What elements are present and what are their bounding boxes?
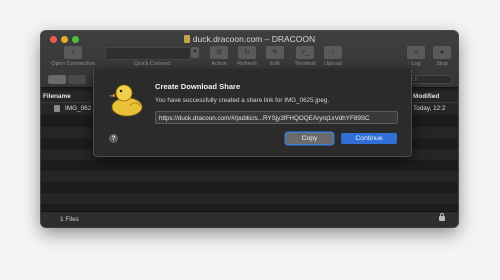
terminal-icon: >_	[296, 46, 314, 59]
modified-column-header[interactable]: Modified	[413, 93, 439, 100]
copy-button[interactable]: Copy	[286, 133, 333, 144]
image-file-icon	[54, 105, 60, 112]
log-icon: ≡	[407, 46, 425, 59]
quick-connect-label: Quick Connect	[134, 61, 171, 67]
search-input[interactable]: rch	[405, 75, 453, 84]
status-bar: 1 Files	[41, 211, 458, 227]
file-count: 1 Files	[60, 216, 79, 223]
dialog-message: You have successfully created a share li…	[155, 97, 330, 104]
share-link-field[interactable]: https://duck.dracoon.com/#/public/s...RY…	[155, 111, 398, 124]
stop-icon: ●	[433, 46, 451, 59]
file-modified: Today, 12:2	[413, 105, 446, 112]
gear-icon: ⚙	[210, 46, 228, 59]
log-button[interactable]: ≡ Log	[404, 46, 428, 67]
view-outline-toggle[interactable]	[68, 75, 86, 84]
upload-button[interactable]: ↑ Upload	[321, 46, 345, 67]
refresh-button[interactable]: ↻ Refresh	[235, 46, 259, 67]
dialog-title: Create Download Share	[155, 82, 241, 91]
open-connection-button[interactable]: + Open Connection	[48, 46, 98, 67]
quick-connect-input[interactable]	[105, 47, 191, 60]
filename-column-header[interactable]: Filename	[43, 93, 71, 100]
upload-icon: ↑	[324, 46, 342, 59]
quick-connect-dropdown[interactable]: ▾	[191, 47, 199, 58]
file-name: IMG_062	[65, 105, 92, 112]
pencil-icon: ✎	[266, 46, 284, 59]
globe-plus-icon: +	[64, 46, 82, 59]
lock-icon	[439, 213, 445, 221]
help-button[interactable]: ?	[109, 134, 118, 143]
duck-logo-icon	[109, 84, 143, 117]
document-icon	[183, 35, 190, 43]
view-list-toggle[interactable]	[48, 75, 66, 84]
edit-button[interactable]: ✎ Edit	[263, 46, 287, 67]
continue-button[interactable]: Continue	[341, 133, 397, 144]
action-button[interactable]: ⚙ Action	[207, 46, 231, 67]
window-title: duck.dracoon.com – DRACOON	[41, 34, 458, 44]
create-download-share-dialog: Create Download Share You have successfu…	[93, 69, 412, 157]
stop-button[interactable]: ● Stop	[430, 46, 454, 67]
terminal-button[interactable]: >_ Terminal	[291, 46, 319, 67]
refresh-icon: ↻	[238, 46, 256, 59]
